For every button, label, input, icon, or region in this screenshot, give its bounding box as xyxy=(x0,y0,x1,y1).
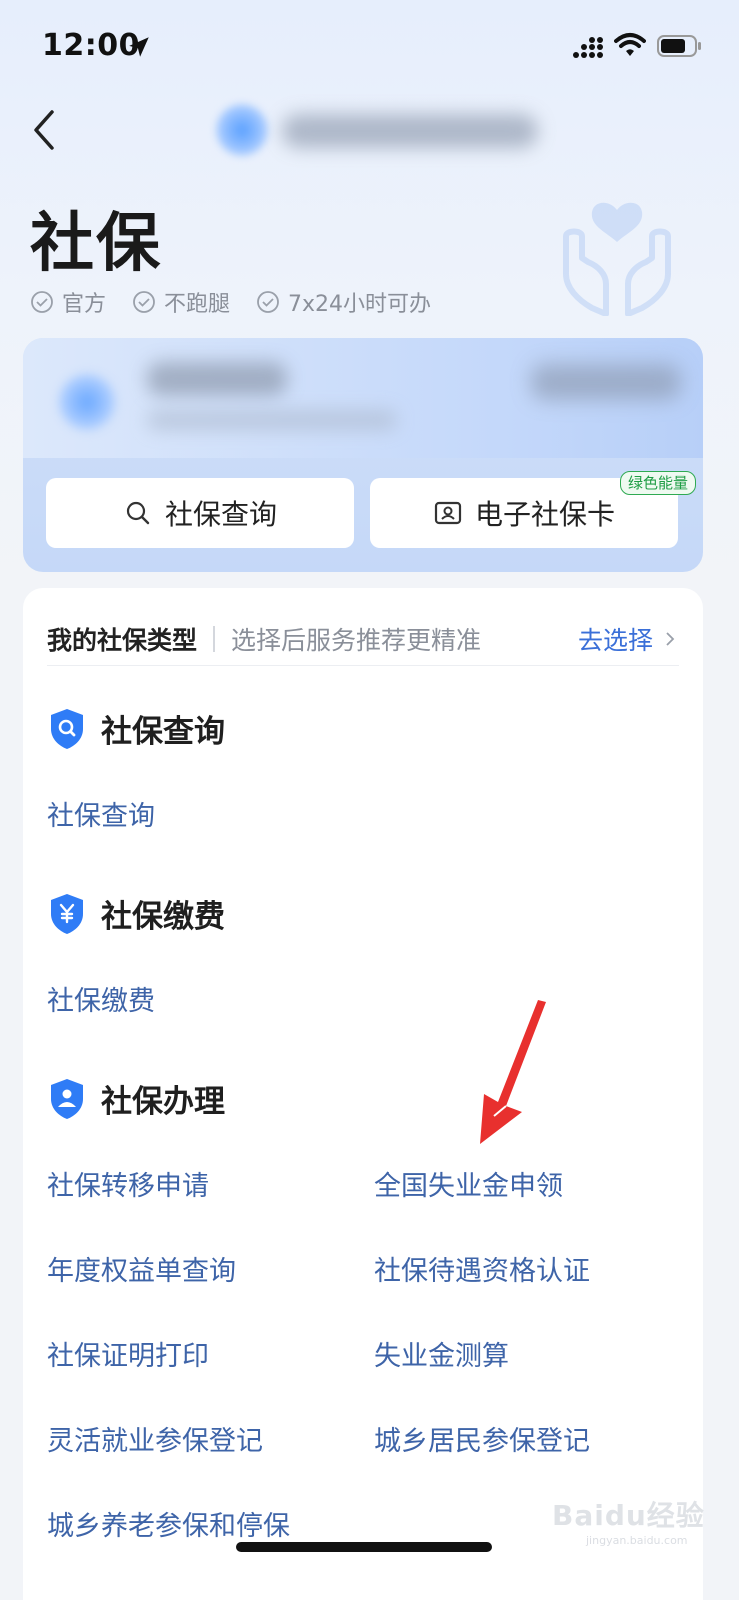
blurred-detail xyxy=(147,410,397,430)
choose-type-label: 去选择 xyxy=(577,626,653,655)
button-label: 社保查询 xyxy=(164,498,277,531)
annotation-arrow-icon xyxy=(480,1000,546,1144)
badge-label: 不跑腿 xyxy=(164,292,231,317)
badge-no-errand: 不跑腿 xyxy=(132,286,230,318)
link-transfer-application[interactable]: 社保转移申请 xyxy=(47,1164,209,1203)
separator xyxy=(213,626,216,652)
badge-label: 7x24小时可办 xyxy=(288,292,432,317)
link-resident-registration[interactable]: 城乡居民参保登记 xyxy=(374,1419,590,1458)
blurred-user-info xyxy=(23,338,703,458)
insurance-type-row[interactable]: 我的社保类型 选择后服务推荐更精准 去选择 xyxy=(47,612,679,666)
blurred-nav-title xyxy=(282,114,538,148)
green-energy-tag: 绿色能量 xyxy=(620,471,697,495)
shield-user-icon xyxy=(51,1078,83,1119)
link-certificate-print[interactable]: 社保证明打印 xyxy=(47,1334,209,1373)
wifi-icon xyxy=(614,33,646,56)
home-indicator[interactable] xyxy=(236,1542,492,1552)
shield-yen-icon xyxy=(51,893,83,934)
check-circle-icon xyxy=(133,291,155,313)
heart-hands-icon xyxy=(563,202,671,316)
check-circle-icon xyxy=(257,291,279,313)
section-title: 社保办理 xyxy=(101,1084,225,1120)
blurred-avatar xyxy=(216,104,268,156)
watermark-text: Baidu经验 xyxy=(552,1499,705,1532)
shield-search-icon xyxy=(51,708,83,749)
page-title: 社保 xyxy=(30,207,162,281)
link-flexible-employment[interactable]: 灵活就业参保登记 xyxy=(47,1419,263,1458)
link-social-security-query[interactable]: 社保查询 xyxy=(47,794,155,833)
section-title: 社保缴费 xyxy=(101,899,225,935)
choose-type-link[interactable]: 去选择 xyxy=(578,621,679,657)
id-card-icon xyxy=(434,501,462,525)
check-circle-icon xyxy=(31,291,53,313)
blurred-balance xyxy=(531,364,681,400)
link-social-security-payment[interactable]: 社保缴费 xyxy=(47,979,155,1018)
status-bar: 12:00 xyxy=(0,0,739,96)
chevron-right-icon xyxy=(666,632,675,646)
cellular-signal-icon xyxy=(573,37,603,58)
blurred-name xyxy=(147,362,287,396)
watermark-url: jingyan.baidu.com xyxy=(586,1534,688,1547)
section-query-header: 社保查询 xyxy=(47,706,225,751)
insurance-type-hint: 选择后服务推荐更精准 xyxy=(231,626,482,655)
badge-24h: 7x24小时可办 xyxy=(256,286,431,318)
insurance-type-label: 我的社保类型 xyxy=(47,626,198,655)
link-unemployment-claim[interactable]: 全国失业金申领 xyxy=(374,1164,563,1203)
section-title: 社保查询 xyxy=(101,714,225,750)
social-security-query-button[interactable]: 社保查询 xyxy=(46,478,354,548)
services-card: 我的社保类型 选择后服务推荐更精准 去选择 社保查询 社保查询 社保缴费 社保缴… xyxy=(23,588,703,1600)
link-benefit-qualification[interactable]: 社保待遇资格认证 xyxy=(374,1249,590,1288)
badge-official: 官方 xyxy=(30,286,106,318)
social-security-card: 社保查询 电子社保卡 绿色能量 xyxy=(23,338,703,572)
section-handling-header: 社保办理 xyxy=(47,1076,225,1121)
location-arrow-icon xyxy=(129,37,149,57)
section-payment-header: 社保缴费 xyxy=(47,891,225,936)
link-annual-statement[interactable]: 年度权益单查询 xyxy=(47,1249,236,1288)
badge-label: 官方 xyxy=(62,292,107,317)
service-badges: 官方 不跑腿 7x24小时可办 xyxy=(30,286,431,318)
search-icon xyxy=(126,501,150,525)
button-label: 电子社保卡 xyxy=(474,498,615,531)
link-pension-enroll-stop[interactable]: 城乡养老参保和停保 xyxy=(47,1504,290,1543)
blurred-avatar xyxy=(59,374,115,430)
baidu-watermark: Baidu经验 jingyan.baidu.com xyxy=(552,1494,705,1547)
battery-icon xyxy=(657,35,701,57)
divider xyxy=(47,665,679,666)
link-unemployment-calculator[interactable]: 失业金测算 xyxy=(374,1334,509,1373)
back-button[interactable] xyxy=(26,104,66,156)
